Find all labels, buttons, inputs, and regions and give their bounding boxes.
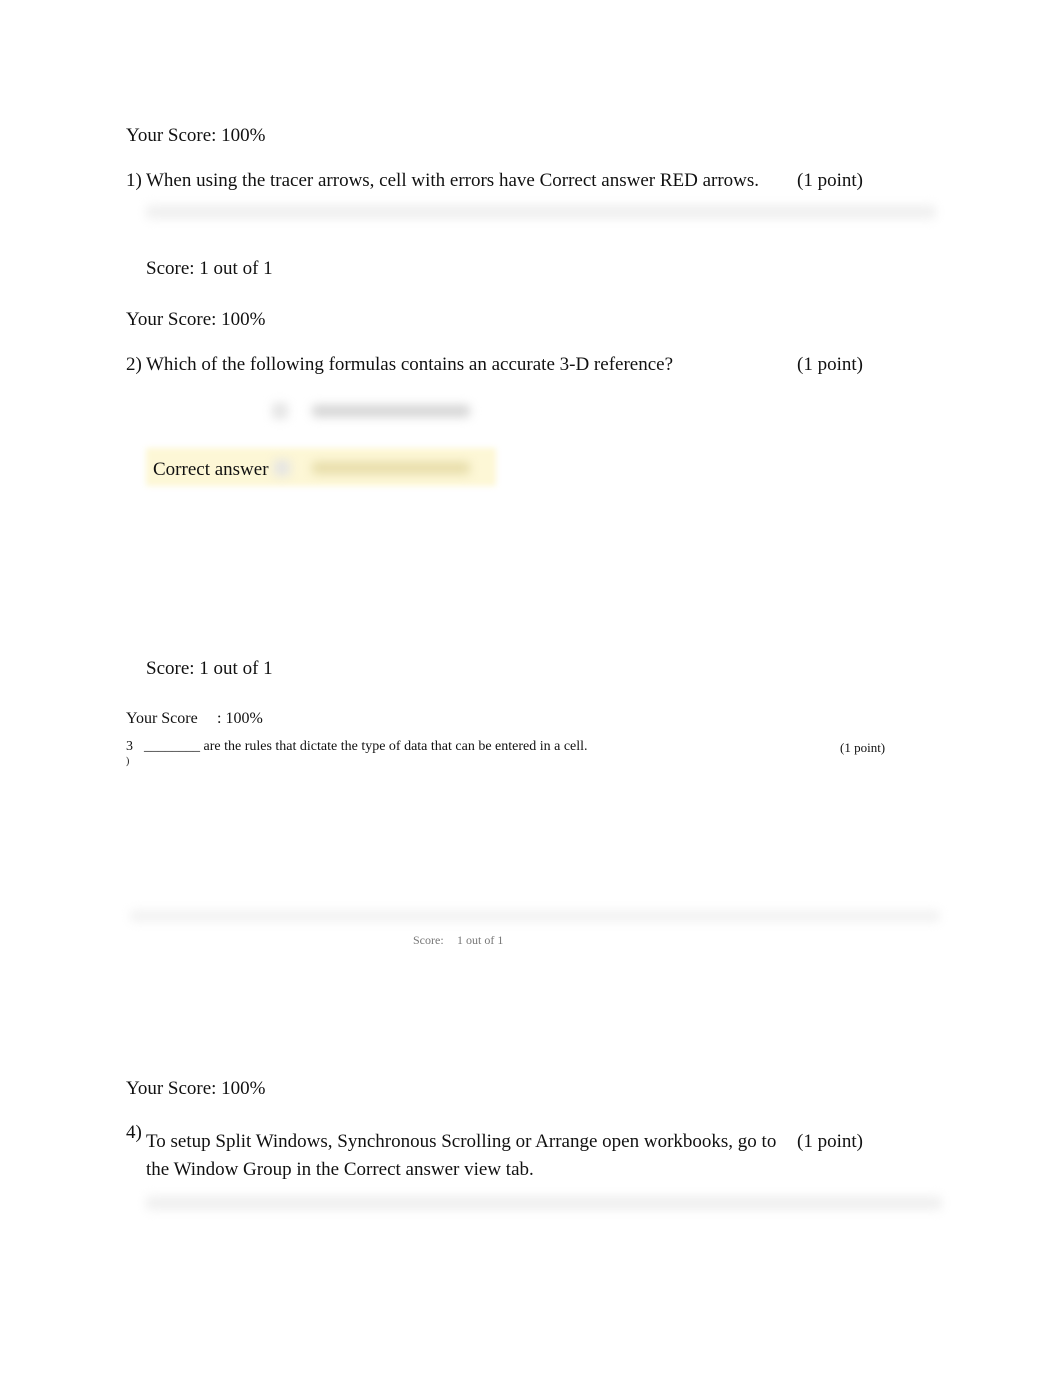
quiz-results-page: Your Score: 100% 1) When using the trace… [0, 0, 1062, 1377]
question-score-label: Score: [413, 933, 444, 947]
blurred-answer [130, 910, 940, 922]
question-text-line1: To setup Split Windows, Synchronous Scro… [146, 1131, 777, 1152]
score-header: Your Score [126, 710, 198, 727]
question-number-paren: ) [126, 756, 130, 767]
question-score: Score: 1 out of 1 [146, 258, 273, 279]
blurred-answer [146, 205, 936, 219]
question-points: (1 point) [840, 740, 886, 755]
question-score: Score: 1 out of 1 [146, 658, 273, 679]
question-text: When using the tracer arrows, cell with … [146, 170, 760, 191]
question-points: (1 point) [797, 354, 863, 375]
blurred-radio [274, 460, 290, 476]
question-text: Which of the following formulas contains… [146, 354, 674, 375]
question-text-line2: the Window Group in the Correct answer v… [146, 1159, 534, 1180]
blurred-option [312, 405, 470, 417]
question-text: ________ are the rules that dictate the … [144, 739, 588, 754]
score-header: Your Score: 100% [126, 1078, 266, 1099]
score-header: Your Score: 100% [126, 125, 266, 146]
score-header-value: : 100% [217, 710, 263, 727]
question-number: 4) [126, 1122, 142, 1143]
blurred-option [312, 462, 470, 474]
question-number: 1) [126, 170, 142, 191]
question-number: 3 [126, 739, 133, 754]
question-number: 2) [126, 354, 142, 375]
blurred-answer [146, 1196, 942, 1210]
question-score: 1 out of 1 [457, 933, 504, 947]
blurred-radio [272, 403, 288, 419]
question-points: (1 point) [797, 1131, 863, 1152]
score-header: Your Score: 100% [126, 309, 266, 330]
question-points: (1 point) [797, 170, 863, 191]
correct-answer-label: Correct answer [153, 459, 269, 480]
